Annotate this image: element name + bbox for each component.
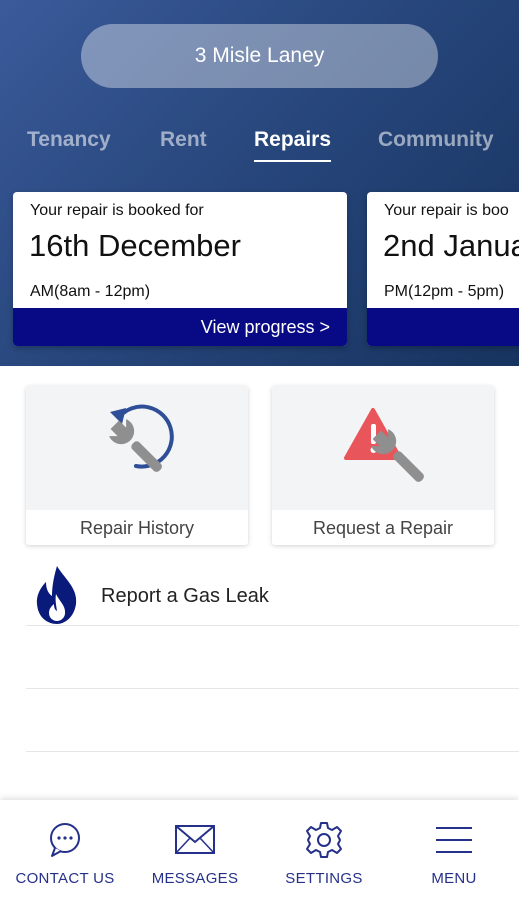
list-item-label: Report a Gas Leak (101, 585, 269, 607)
nav-settings[interactable]: SETTINGS (259, 800, 389, 900)
repair-history-icon (109, 404, 174, 472)
address-selector[interactable]: 3 Misle Laney (81, 24, 438, 88)
request-repair-icon (344, 408, 424, 482)
booking-label: Your repair is booked for (30, 202, 204, 219)
tab-repairs[interactable]: Repairs (254, 128, 332, 162)
view-progress-button[interactable] (367, 308, 519, 346)
booking-date: 2nd Janua (383, 228, 519, 263)
bottom-navigation: CONTACT US MESSAGES SETTINGS MENU (0, 800, 519, 900)
booking-time-slot: AM(8am - 12pm) (30, 283, 151, 300)
booking-date: 16th December (29, 228, 241, 263)
nav-label: CONTACT US (15, 870, 115, 887)
repair-history-tile[interactable]: Repair History (26, 386, 248, 545)
nav-contact-us[interactable]: CONTACT US (0, 800, 130, 900)
section-tabs: Tenancy Rent Repairs Community (0, 128, 519, 168)
nav-label: MESSAGES (151, 870, 239, 887)
nav-label: MENU (431, 870, 477, 887)
nav-messages[interactable]: MESSAGES (130, 800, 260, 900)
tab-tenancy[interactable]: Tenancy (27, 128, 111, 152)
flame-icon (36, 566, 77, 624)
envelope-icon (175, 825, 215, 854)
report-gas-leak-item[interactable]: Report a Gas Leak (26, 562, 519, 626)
booking-label: Your repair is boo (384, 202, 509, 219)
hamburger-icon (436, 827, 472, 853)
list-divider-row (26, 689, 519, 752)
tab-rent[interactable]: Rent (160, 128, 207, 152)
repair-booking-card[interactable]: Your repair is boo 2nd Janua PM(12pm - 5… (367, 192, 519, 346)
chat-bubble-icon (50, 823, 80, 857)
nav-menu[interactable]: MENU (389, 800, 519, 900)
request-repair-tile[interactable]: Request a Repair (272, 386, 494, 545)
hero-header: 3 Misle Laney Tenancy Rent Repairs Commu… (0, 0, 519, 366)
repair-booking-card[interactable]: Your repair is booked for 16th December … (13, 192, 347, 346)
list-divider-row (26, 626, 519, 689)
nav-label: SETTINGS (285, 870, 363, 887)
tile-label: Repair History (79, 518, 195, 538)
tile-label: Request a Repair (312, 518, 454, 538)
tab-community[interactable]: Community (378, 128, 494, 152)
booking-time-slot: PM(12pm - 5pm) (384, 283, 505, 300)
gear-icon (306, 822, 342, 858)
view-progress-button[interactable]: View progress > (13, 308, 347, 346)
